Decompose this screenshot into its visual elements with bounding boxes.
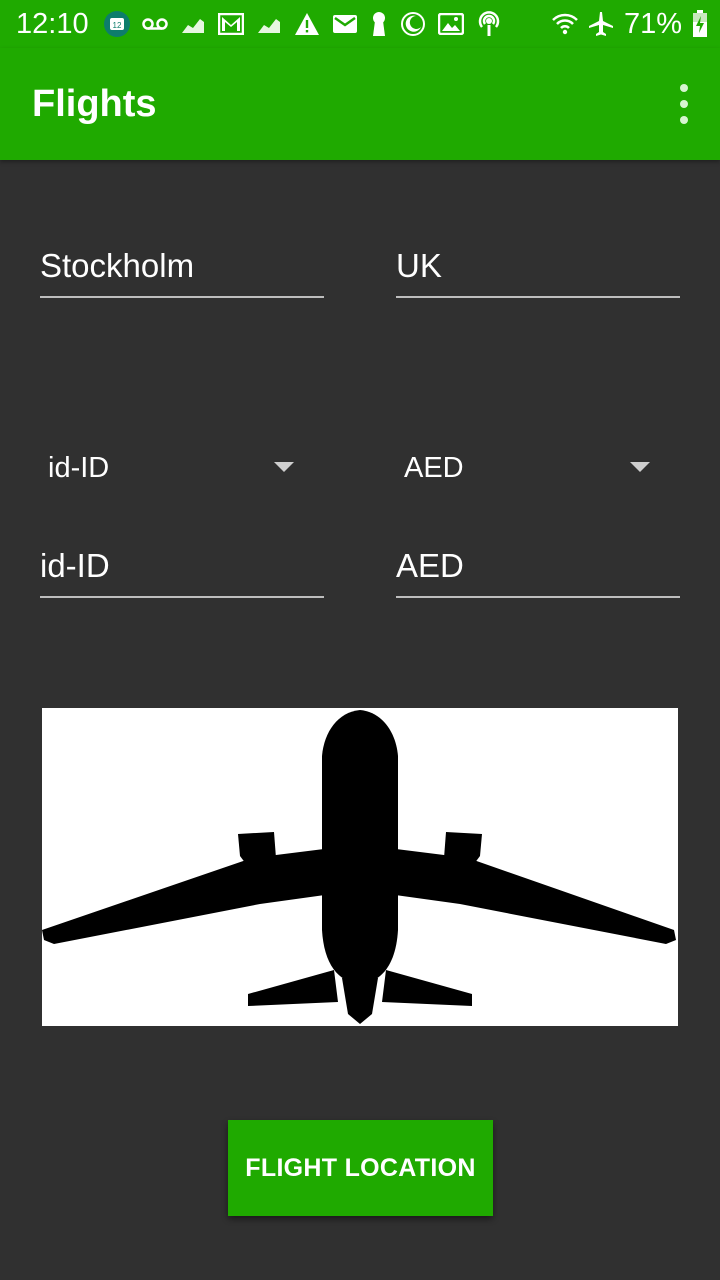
app-bar: Flights xyxy=(0,48,720,160)
battery-charging-icon xyxy=(692,10,708,38)
currency-field[interactable]: AED xyxy=(396,538,680,598)
more-vert-icon[interactable] xyxy=(672,84,696,124)
locale-spinner[interactable]: id-ID xyxy=(40,438,324,498)
keyhole-icon xyxy=(370,11,388,37)
dropdown-arrow-icon xyxy=(274,462,294,472)
podcast-icon xyxy=(476,10,502,38)
chart-icon xyxy=(256,13,282,35)
warning-icon xyxy=(294,12,320,36)
voicemail-icon xyxy=(142,14,168,34)
airplane-image xyxy=(42,708,678,1026)
status-bar: 12:10 12 71% xyxy=(0,0,720,48)
origin-field[interactable]: Stockholm xyxy=(40,238,324,298)
locale-field[interactable]: id-ID xyxy=(40,538,324,598)
moon-icon xyxy=(400,11,426,37)
gmail-icon xyxy=(218,13,244,35)
page-title: Flights xyxy=(32,83,157,125)
destination-field[interactable]: UK xyxy=(396,238,680,298)
airplane-silhouette-icon xyxy=(42,710,676,1024)
airplane-mode-icon xyxy=(588,11,614,37)
status-time: 12:10 xyxy=(16,8,89,40)
locale-spinner-value: id-ID xyxy=(48,452,110,484)
currency-spinner-value: AED xyxy=(404,452,464,484)
flight-location-button[interactable]: FLIGHT LOCATION xyxy=(228,1120,493,1216)
currency-spinner[interactable]: AED xyxy=(396,438,680,498)
calendar-icon: 12 xyxy=(104,11,130,37)
chart-icon xyxy=(180,13,206,35)
wifi-icon xyxy=(552,11,578,37)
dropdown-arrow-icon xyxy=(630,462,650,472)
email-icon xyxy=(332,13,358,35)
calendar-day: 12 xyxy=(113,21,122,30)
system-icons: 71% xyxy=(552,6,708,42)
notification-icons: 12 xyxy=(104,8,502,40)
battery-percent: 71% xyxy=(623,8,682,40)
photo-icon xyxy=(438,13,464,35)
